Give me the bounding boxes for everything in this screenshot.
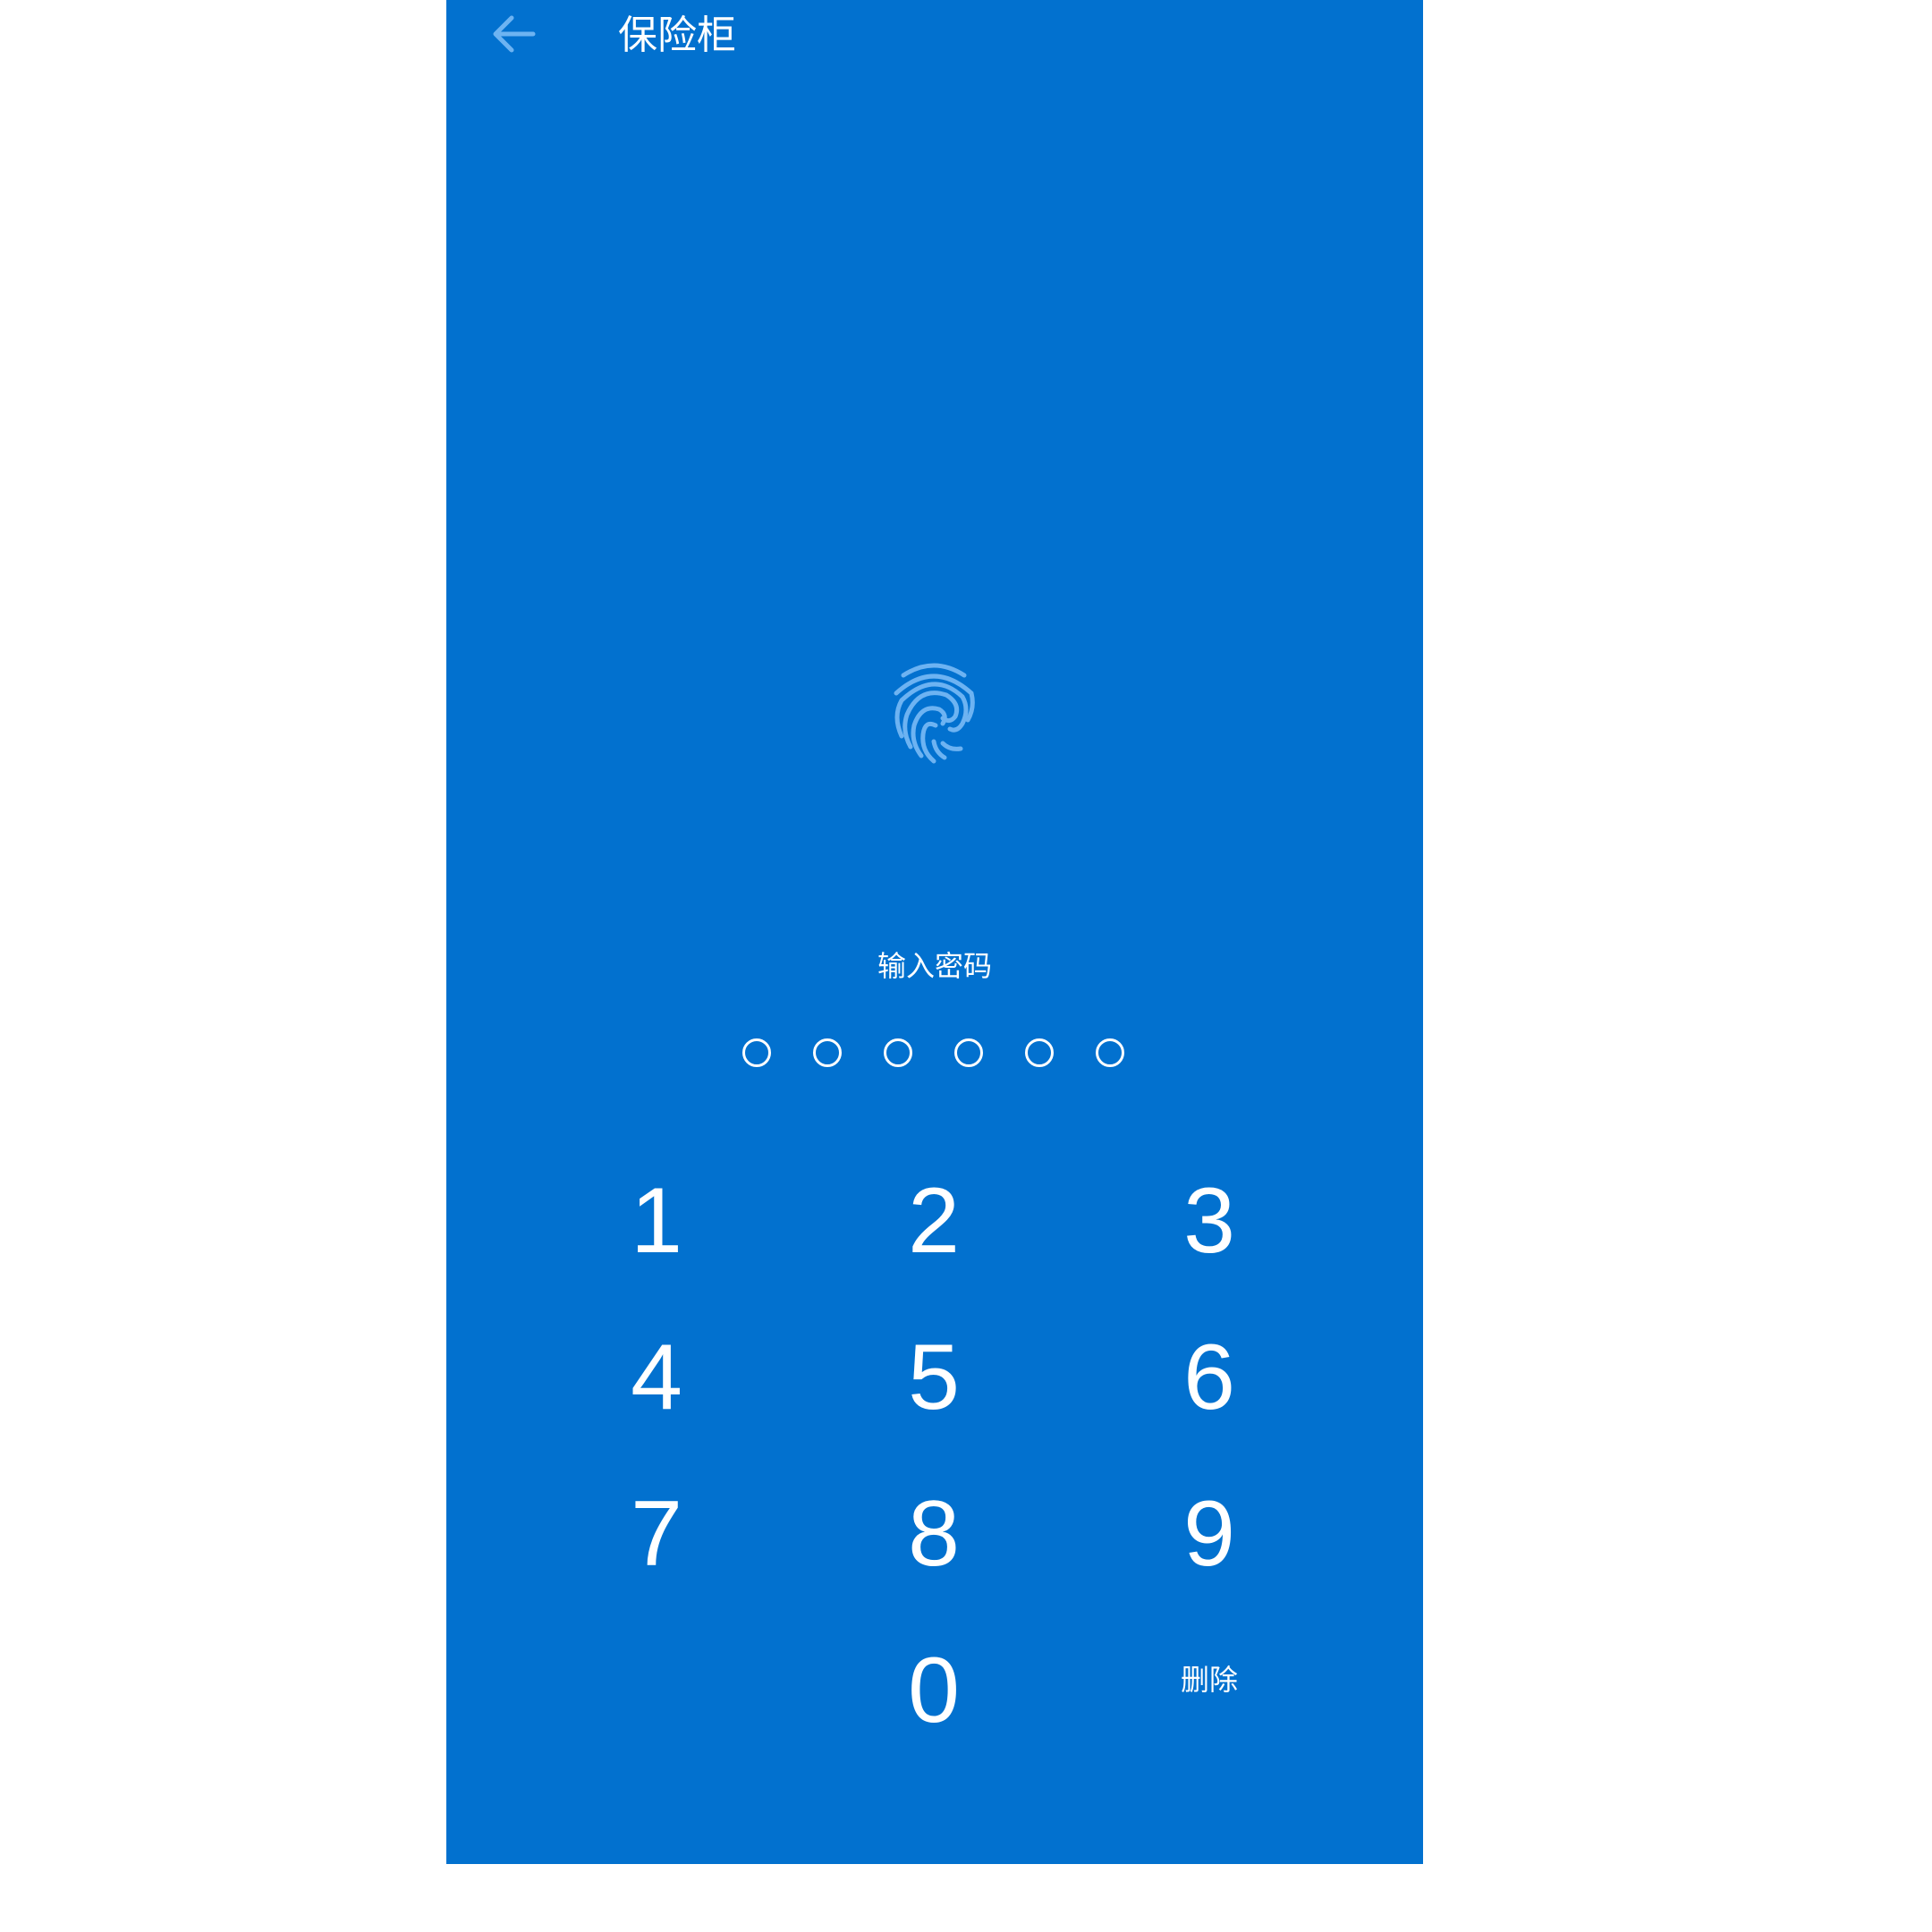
pin-dot	[954, 1038, 983, 1067]
pin-dot	[742, 1038, 771, 1067]
vault-lock-screen: 保险柜 输入密码 1 2 3 4 5 6 7 8 9 0 删除	[446, 0, 1423, 1864]
key-2[interactable]: 2	[844, 1158, 1023, 1284]
pin-indicator	[446, 1038, 1423, 1069]
key-4[interactable]: 4	[567, 1315, 746, 1440]
back-button[interactable]	[482, 9, 545, 63]
arrow-left-icon	[490, 14, 537, 57]
key-8[interactable]: 8	[844, 1471, 1023, 1597]
key-6[interactable]: 6	[1120, 1315, 1299, 1440]
key-5[interactable]: 5	[844, 1315, 1023, 1440]
page-title: 保险柜	[618, 13, 736, 58]
password-prompt: 输入密码	[877, 949, 992, 983]
key-9[interactable]: 9	[1120, 1471, 1299, 1597]
pin-dot	[813, 1038, 842, 1067]
key-0[interactable]: 0	[844, 1628, 1023, 1753]
pin-dot	[1025, 1038, 1054, 1067]
pin-dot	[1096, 1038, 1124, 1067]
pin-dot	[884, 1038, 912, 1067]
key-7[interactable]: 7	[567, 1471, 746, 1597]
fingerprint-icon	[889, 663, 979, 768]
key-3[interactable]: 3	[1120, 1158, 1299, 1284]
delete-button[interactable]: 删除	[1120, 1615, 1299, 1741]
fingerprint-button[interactable]	[889, 657, 979, 765]
key-1[interactable]: 1	[567, 1158, 746, 1284]
key-empty	[567, 1628, 746, 1753]
